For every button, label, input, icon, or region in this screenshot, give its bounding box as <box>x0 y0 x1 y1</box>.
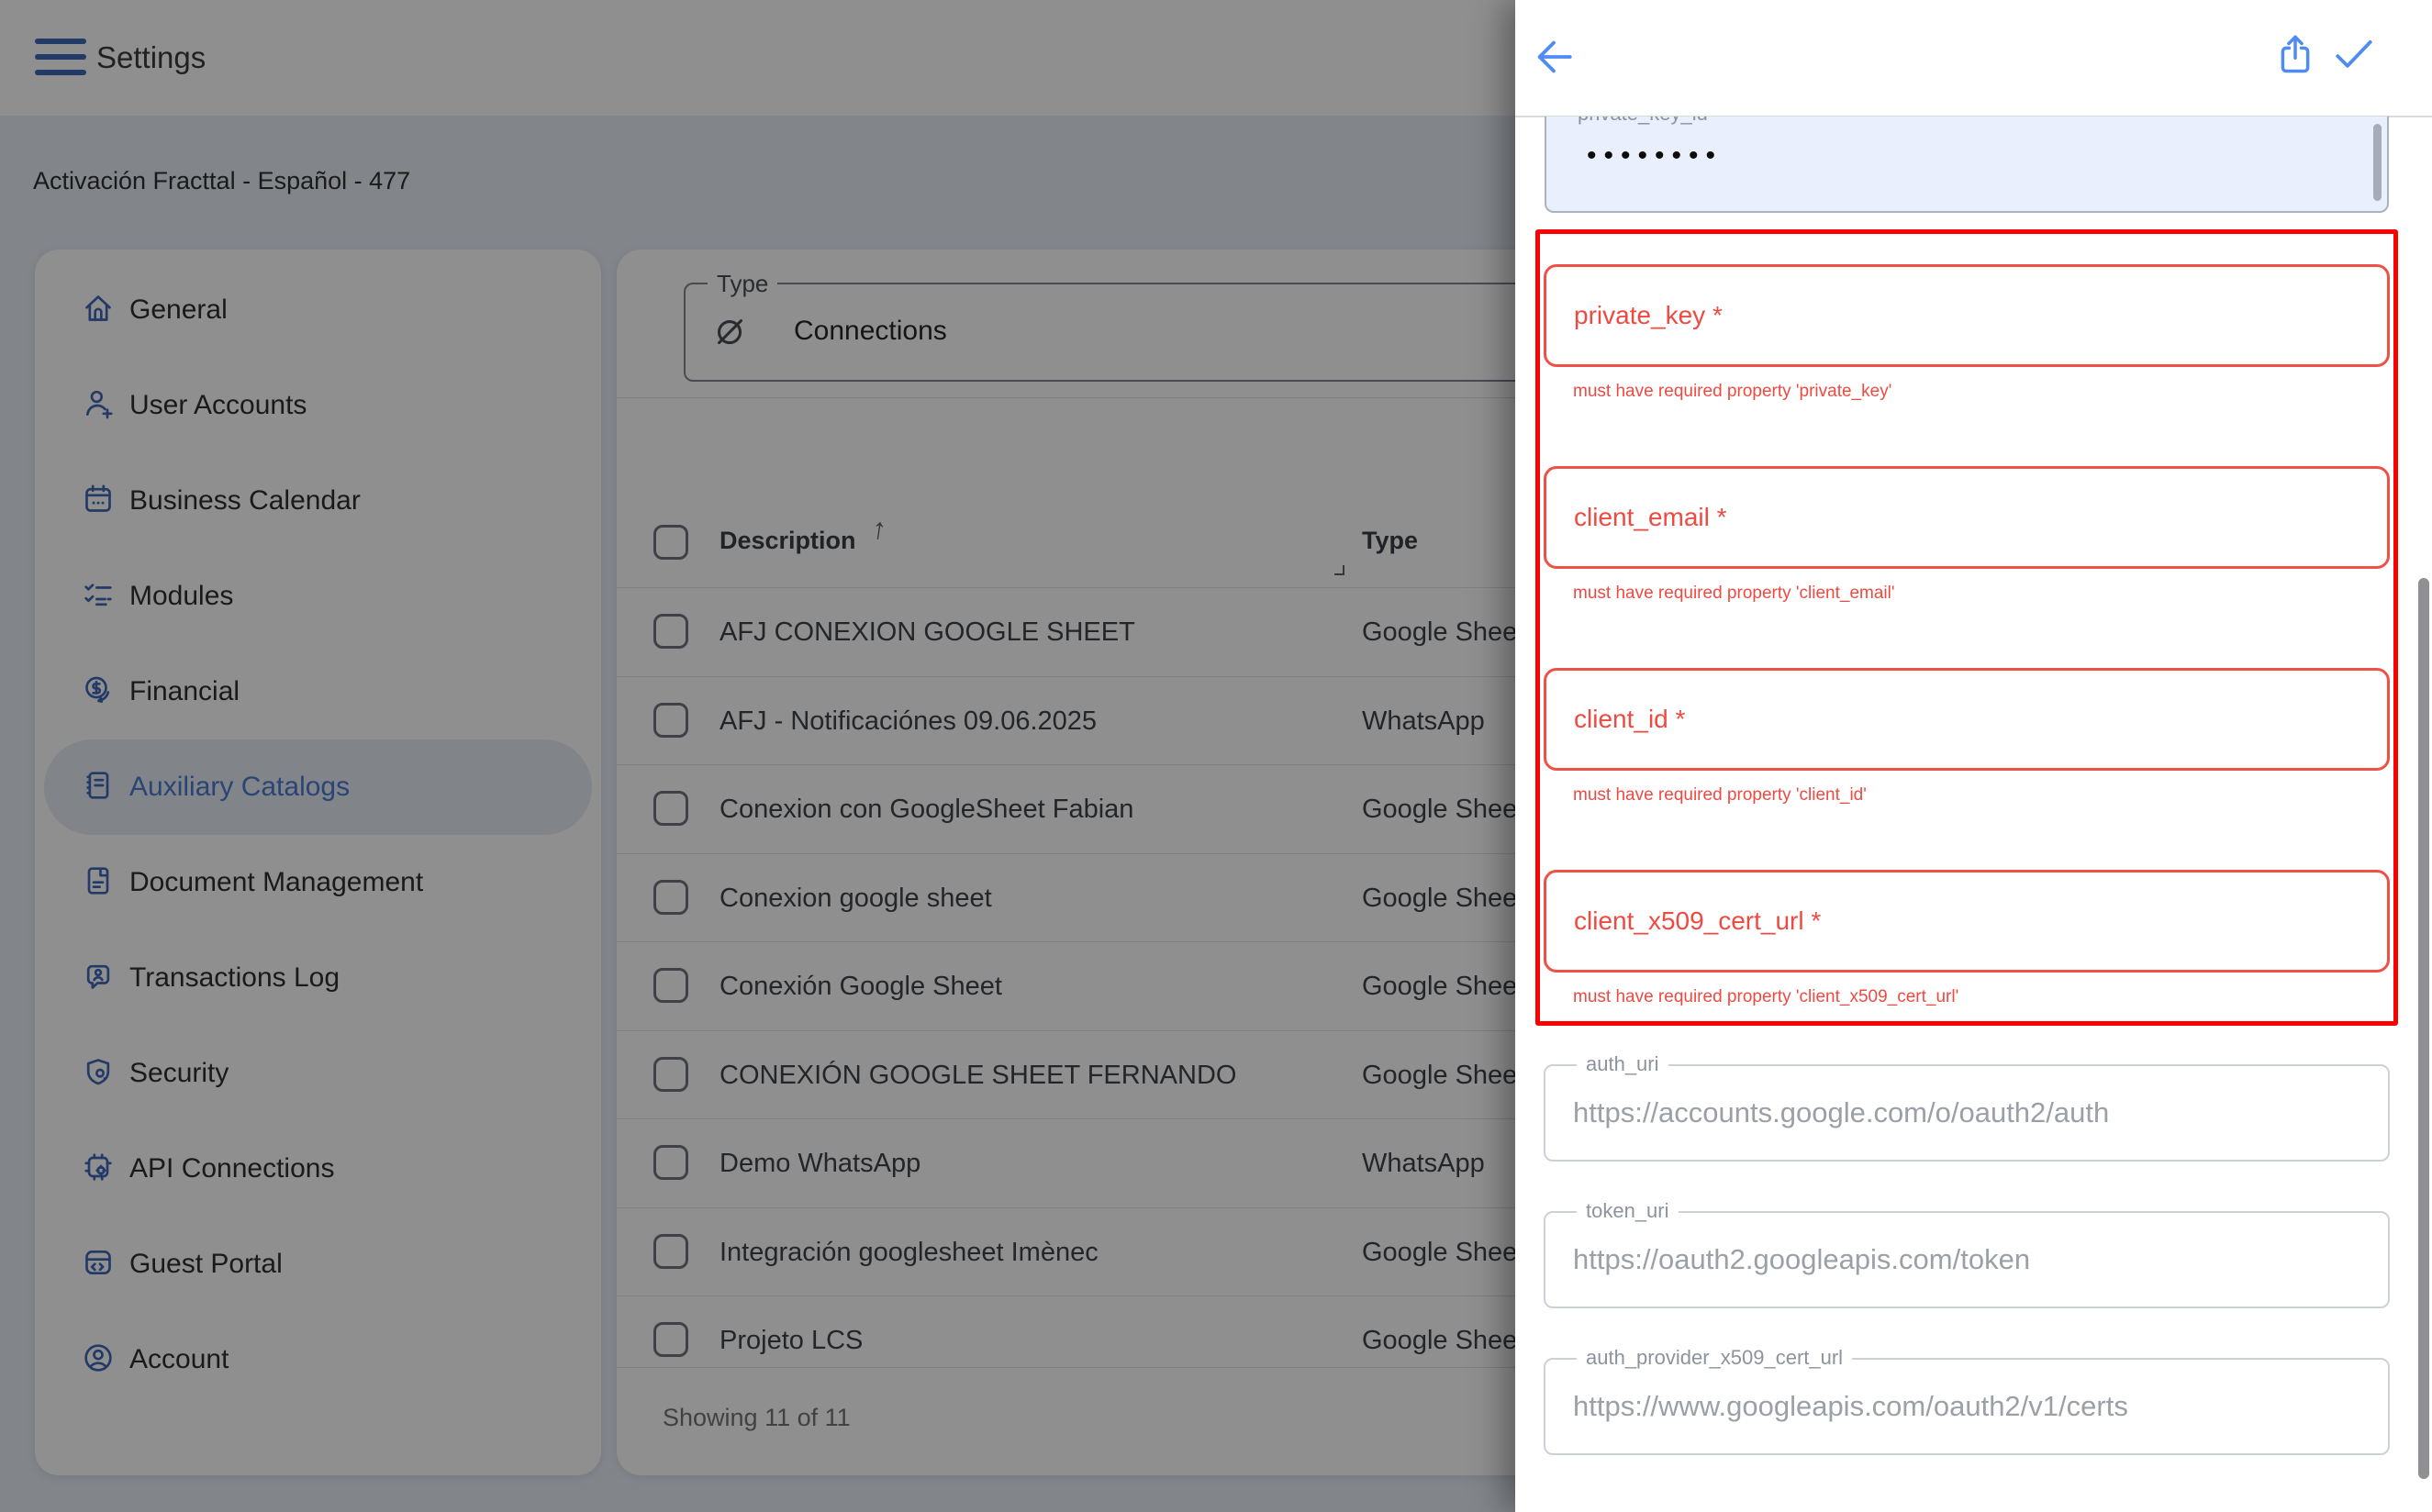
required-input-field[interactable]: client_id * <box>1544 668 2390 771</box>
field-value: https://accounts.google.com/o/oauth2/aut… <box>1573 1096 2109 1129</box>
field-value: https://oauth2.googleapis.com/token <box>1573 1243 2030 1276</box>
check-icon[interactable] <box>2330 31 2378 79</box>
field-label: auth_uri <box>1577 1052 1668 1076</box>
validation-error-group: private_key * must have required propert… <box>1535 229 2398 1026</box>
field-label: auth_provider_x509_cert_url <box>1577 1346 1852 1370</box>
field-label: token_uri <box>1577 1199 1679 1223</box>
field-label: client_id * <box>1574 705 1685 734</box>
overlay-scrim[interactable] <box>0 0 1515 1512</box>
field-label-clipped: private_key_id <box>1578 117 1708 125</box>
connection-edit-drawer: private_key_id •••••••• private_key * mu… <box>1515 0 2432 1512</box>
url-field-group: auth_uri https://accounts.google.com/o/o… <box>1544 1064 2390 1505</box>
private-key-id-field[interactable]: private_key_id •••••••• <box>1545 117 2389 213</box>
drawer-scrollbar-thumb[interactable] <box>2418 578 2429 1479</box>
error-field-group: client_x509_cert_url * must have require… <box>1544 870 2390 1007</box>
field-scrollbar-thumb[interactable] <box>2373 124 2382 201</box>
back-arrow-icon[interactable] <box>1530 33 1578 81</box>
field-label: client_email * <box>1574 503 1727 532</box>
url-input-field[interactable]: auth_uri https://accounts.google.com/o/o… <box>1544 1064 2390 1162</box>
masked-value: •••••••• <box>1587 140 1723 172</box>
error-field-group: client_id * must have required property … <box>1544 668 2390 806</box>
required-input-field[interactable]: client_x509_cert_url * <box>1544 870 2390 973</box>
required-input-field[interactable]: client_email * <box>1544 466 2390 569</box>
error-field-group: private_key * must have required propert… <box>1544 264 2390 402</box>
validation-error-message: must have required property 'client_x509… <box>1573 987 2390 1007</box>
field-label: client_x509_cert_url * <box>1574 906 1821 936</box>
validation-error-message: must have required property 'client_emai… <box>1573 584 2390 604</box>
validation-error-message: must have required property 'client_id' <box>1573 785 2390 806</box>
share-icon[interactable] <box>2273 33 2317 77</box>
validation-error-message: must have required property 'private_key… <box>1573 382 2390 402</box>
required-input-field[interactable]: private_key * <box>1544 264 2390 367</box>
field-value: https://www.googleapis.com/oauth2/v1/cer… <box>1573 1390 2128 1423</box>
url-input-field[interactable]: auth_provider_x509_cert_url https://www.… <box>1544 1358 2390 1455</box>
url-input-field[interactable]: token_uri https://oauth2.googleapis.com/… <box>1544 1211 2390 1308</box>
field-label: private_key * <box>1574 301 1723 330</box>
app-root: Settings Activación Fracttal - Español -… <box>0 0 2432 1512</box>
error-field-group: client_email * must have required proper… <box>1544 466 2390 604</box>
